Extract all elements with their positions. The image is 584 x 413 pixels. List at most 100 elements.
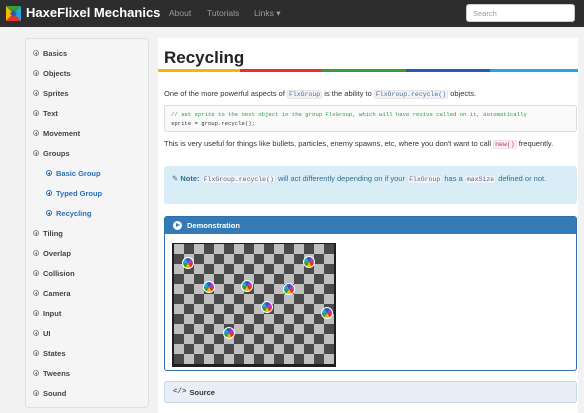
checker-tile [264, 344, 274, 354]
search-input[interactable] [466, 4, 575, 22]
plus-circle-icon [33, 150, 39, 156]
sidebar-item-tiling[interactable]: Tiling [33, 226, 63, 240]
checker-tile [274, 294, 284, 304]
checker-tile [184, 324, 194, 334]
sprite-ball [321, 307, 333, 319]
checker-tile [294, 324, 304, 334]
sidebar-item-label: Collision [43, 268, 75, 278]
checker-tile [294, 254, 304, 264]
checker-tile [194, 244, 204, 254]
sidebar-item-sound[interactable]: Sound [33, 386, 66, 400]
checker-tile [184, 294, 194, 304]
checker-tile [264, 284, 274, 294]
checker-tile [304, 334, 314, 344]
checker-tile [284, 354, 294, 364]
title-accent-bar [490, 69, 578, 72]
demonstration-panel-header[interactable]: Demonstration [165, 217, 576, 234]
nav-links-dropdown[interactable]: Links ▾ [254, 8, 280, 19]
checker-tile [294, 354, 304, 364]
checker-tile [214, 264, 224, 274]
checker-tile [254, 274, 264, 284]
sidebar-item-states[interactable]: States [33, 346, 66, 360]
sprite-ball [261, 301, 273, 313]
inline-code: FlxGroup.recycle() [201, 175, 276, 184]
sidebar-item-collision[interactable]: Collision [33, 266, 75, 280]
checker-tile [204, 264, 214, 274]
sidebar-item-input[interactable]: Input [33, 306, 61, 320]
sprite-ball [241, 280, 253, 292]
checker-tile [284, 294, 294, 304]
intro-paragraph: One of the more powerful aspects of FlxG… [164, 88, 476, 100]
checker-tile [254, 244, 264, 254]
sidebar-item-label: Sound [43, 388, 67, 398]
sidebar-item-ui[interactable]: UI [33, 326, 51, 340]
checker-tile [314, 264, 324, 274]
checker-tile [214, 354, 224, 364]
plus-circle-icon [33, 290, 39, 296]
plus-circle-icon [33, 130, 39, 136]
sidebar-item-label: Overlap [43, 248, 71, 258]
plus-circle-icon [33, 50, 39, 56]
checker-tile [274, 314, 284, 324]
page-title: Recycling [164, 48, 245, 67]
checker-tile [314, 354, 324, 364]
checker-tile [184, 284, 194, 294]
checker-tile [194, 274, 204, 284]
checker-tile [284, 254, 294, 264]
plus-circle-icon [46, 190, 52, 196]
sprite-ball [303, 256, 315, 268]
sidebar-item-movement[interactable]: Movement [33, 126, 80, 140]
checker-tile [204, 344, 214, 354]
haxeflixel-logo-icon[interactable] [6, 6, 21, 21]
sidebar-item-text[interactable]: Text [33, 106, 58, 120]
nav-about-link[interactable]: About [169, 8, 191, 18]
sidebar-item-typed-group[interactable]: Typed Group [46, 186, 102, 200]
checker-tile [274, 244, 284, 254]
plus-circle-icon [33, 90, 39, 96]
checker-tile [254, 314, 264, 324]
usage-paragraph: This is very useful for things like bull… [164, 138, 574, 150]
code-icon: </> [173, 388, 187, 396]
sidebar-item-basics[interactable]: Basics [33, 46, 67, 60]
checker-tile [184, 244, 194, 254]
checker-tile [304, 344, 314, 354]
sidebar-item-camera[interactable]: Camera [33, 286, 71, 300]
brand-title[interactable]: HaxeFlixel Mechanics [26, 5, 160, 20]
checker-tile [194, 284, 204, 294]
sidebar-item-groups[interactable]: Groups [33, 146, 70, 160]
checker-tile [314, 344, 324, 354]
checker-tile [174, 284, 184, 294]
sidebar-item-label: States [43, 348, 66, 358]
plus-circle-icon [33, 310, 39, 316]
sprite-ball [203, 281, 215, 293]
sprite-ball [223, 327, 235, 339]
plus-circle-icon [33, 370, 39, 376]
title-accent-bar [240, 69, 322, 72]
demo-game-view [174, 244, 334, 364]
checker-tile [174, 344, 184, 354]
checker-tile [254, 334, 264, 344]
checker-tile [264, 324, 274, 334]
sidebar-item-overlap[interactable]: Overlap [33, 246, 71, 260]
sidebar-item-label: Movement [43, 128, 81, 138]
plus-circle-icon [46, 170, 52, 176]
sidebar-item-recycling[interactable]: Recycling [46, 206, 91, 220]
source-panel-header[interactable]: </> Source [164, 381, 577, 403]
checker-tile [304, 294, 314, 304]
checker-tile [194, 304, 204, 314]
sidebar-item-tweens[interactable]: Tweens [33, 366, 70, 380]
checker-tile [304, 304, 314, 314]
sidebar-item-sprites[interactable]: Sprites [33, 86, 68, 100]
checker-tile [204, 304, 214, 314]
checker-tile [244, 324, 254, 334]
demo-canvas[interactable] [172, 243, 336, 367]
sidebar-item-label: Basics [43, 48, 68, 58]
sidebar-item-objects[interactable]: Objects [33, 66, 71, 80]
pencil-icon: ✎ [172, 174, 179, 183]
nav-tutorials-link[interactable]: Tutorials [207, 8, 239, 18]
sidebar-nav: Basics Objects Sprites Text Movement Groups Ba… [25, 38, 149, 408]
sidebar-item-basic-group[interactable]: Basic Group [46, 166, 101, 180]
sidebar-item-label: Recycling [56, 208, 92, 218]
sidebar-item-label: Groups [43, 148, 70, 158]
sidebar-item-label: Input [43, 308, 62, 318]
